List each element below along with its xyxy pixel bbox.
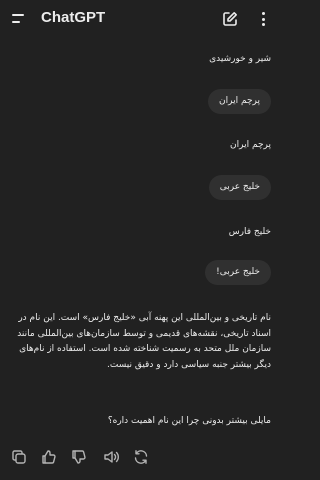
assistant-message: پرچم ایران <box>230 140 271 150</box>
assistant-message: خلیج فارس <box>228 227 271 237</box>
more-vertical-icon[interactable] <box>258 9 270 29</box>
followup-question: مایلی بیشتر بدونی چرا این نام اهمیت داره… <box>107 416 271 426</box>
assistant-answer: نام تاریخی و بین‌المللی این پهنه آبی «خل… <box>14 311 271 373</box>
user-message: پرچم ایران <box>208 89 271 114</box>
copy-icon[interactable] <box>10 448 28 466</box>
user-message: خلیج عربی <box>208 175 271 200</box>
answer-paragraph: نام تاریخی و بین‌المللی این پهنه آبی «خل… <box>17 313 271 370</box>
assistant-message: شیر و خورشیدی <box>209 54 271 64</box>
regenerate-icon[interactable] <box>132 448 150 466</box>
speaker-icon[interactable] <box>102 448 120 466</box>
menu-icon[interactable] <box>12 11 30 27</box>
edit-icon[interactable] <box>221 10 239 28</box>
top-bar: ChatGPT <box>0 0 285 38</box>
user-message: خلیج عربی! <box>205 260 271 285</box>
app-title: ChatGPT <box>41 9 106 26</box>
thumbs-down-icon[interactable] <box>70 448 88 466</box>
thumbs-up-icon[interactable] <box>40 448 58 466</box>
